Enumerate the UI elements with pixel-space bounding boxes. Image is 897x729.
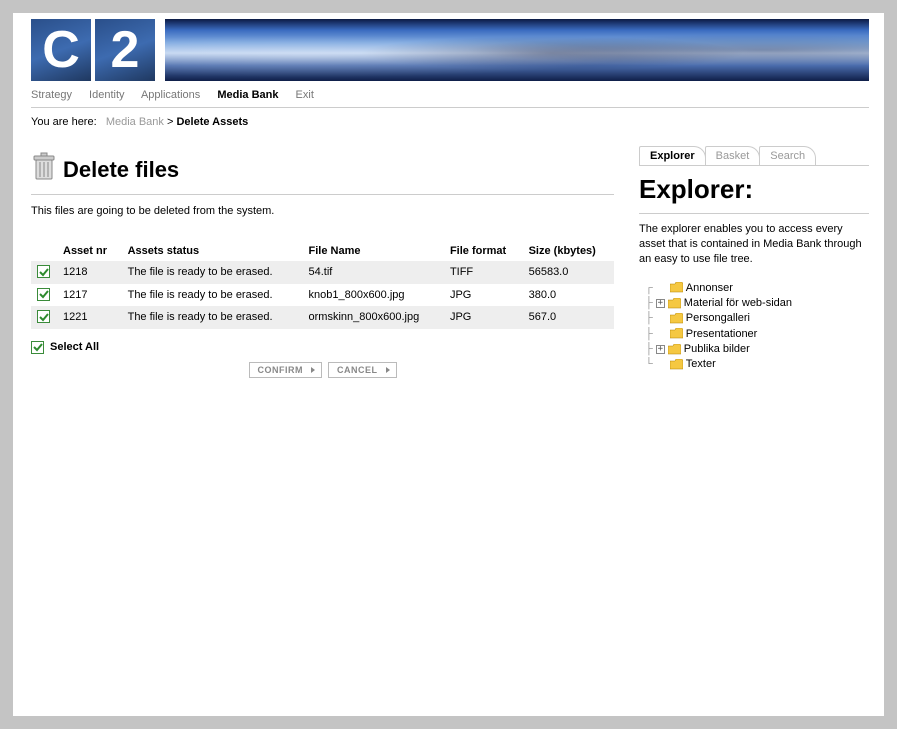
sidebar-divider	[639, 213, 869, 214]
breadcrumb-current: Delete Assets	[176, 116, 248, 128]
cell-file-name: 54.tif	[303, 261, 444, 284]
cell-size: 567.0	[523, 306, 614, 329]
nav-applications[interactable]: Applications	[141, 89, 200, 101]
tab-basket[interactable]: Basket	[705, 146, 761, 165]
file-tree: ┌ Annonser ├ + Material för web-sidan ├ …	[639, 281, 869, 373]
breadcrumb-sep: >	[167, 116, 173, 128]
title-divider	[31, 194, 614, 195]
cell-status: The file is ready to be erased.	[122, 306, 303, 329]
intro-text: This files are going to be deleted from …	[31, 205, 614, 217]
header-banner	[165, 19, 869, 81]
col-format: File format	[444, 241, 523, 261]
row-checkbox[interactable]	[37, 288, 50, 301]
confirm-button[interactable]: CONFIRM	[249, 362, 323, 378]
trash-icon	[31, 152, 57, 188]
tree-item-persongalleri[interactable]: Persongalleri	[686, 311, 750, 326]
cancel-button[interactable]: CANCEL	[328, 362, 397, 378]
cell-format: JPG	[444, 284, 523, 307]
breadcrumb: You are here: Media Bank > Delete Assets	[31, 116, 869, 134]
tree-expander[interactable]: +	[656, 345, 665, 354]
cell-size: 56583.0	[523, 261, 614, 284]
cell-asset-nr: 1218	[57, 261, 122, 284]
col-file-name: File Name	[303, 241, 444, 261]
cell-file-name: ormskinn_800x600.jpg	[303, 306, 444, 329]
cell-size: 380.0	[523, 284, 614, 307]
cell-format: JPG	[444, 306, 523, 329]
col-size: Size (kbytes)	[523, 241, 614, 261]
row-checkbox[interactable]	[37, 310, 50, 323]
folder-icon	[670, 311, 683, 326]
tree-item-publika[interactable]: Publika bilder	[684, 342, 750, 357]
row-checkbox[interactable]	[37, 265, 50, 278]
nav-strategy[interactable]: Strategy	[31, 89, 72, 101]
tree-expander[interactable]: +	[656, 299, 665, 308]
logo-tile-c: C	[31, 19, 91, 81]
tab-search[interactable]: Search	[759, 146, 816, 165]
folder-icon	[668, 342, 681, 357]
select-all-label: Select All	[50, 341, 99, 353]
col-status: Assets status	[122, 241, 303, 261]
nav-identity[interactable]: Identity	[89, 89, 124, 101]
sidebar-description: The explorer enables you to access every…	[639, 222, 869, 267]
sidebar-title: Explorer:	[639, 174, 869, 205]
tree-item-texter[interactable]: Texter	[686, 357, 716, 372]
cell-file-name: knob1_800x600.jpg	[303, 284, 444, 307]
page-title-text: Delete files	[63, 157, 179, 183]
folder-icon	[670, 357, 683, 372]
tab-explorer[interactable]: Explorer	[639, 146, 706, 165]
nav-media-bank[interactable]: Media Bank	[217, 89, 278, 101]
cell-status: The file is ready to be erased.	[122, 284, 303, 307]
nav-exit[interactable]: Exit	[296, 89, 314, 101]
logo: C 2	[31, 19, 155, 81]
table-row: 1221 The file is ready to be erased. orm…	[31, 306, 614, 329]
logo-tile-2: 2	[95, 19, 155, 81]
cell-asset-nr: 1221	[57, 306, 122, 329]
folder-icon	[670, 281, 683, 296]
table-row: 1218 The file is ready to be erased. 54.…	[31, 261, 614, 284]
folder-icon	[668, 296, 681, 311]
page-title: Delete files	[31, 152, 614, 188]
tree-item-annonser[interactable]: Annonser	[686, 281, 733, 296]
main-nav: Strategy Identity Applications Media Ban…	[31, 81, 869, 108]
cell-format: TIFF	[444, 261, 523, 284]
sidebar-tabs: Explorer Basket Search	[639, 146, 869, 166]
cell-asset-nr: 1217	[57, 284, 122, 307]
col-asset-nr: Asset nr	[57, 241, 122, 261]
tree-item-presentationer[interactable]: Presentationer	[686, 327, 758, 342]
tree-item-material[interactable]: Material för web-sidan	[684, 296, 792, 311]
table-row: 1217 The file is ready to be erased. kno…	[31, 284, 614, 307]
cell-status: The file is ready to be erased.	[122, 261, 303, 284]
breadcrumb-label: You are here:	[31, 116, 97, 128]
folder-icon	[670, 327, 683, 342]
select-all-checkbox[interactable]	[31, 341, 44, 354]
assets-table: Asset nr Assets status File Name File fo…	[31, 241, 614, 329]
breadcrumb-media-bank[interactable]: Media Bank	[106, 116, 164, 128]
